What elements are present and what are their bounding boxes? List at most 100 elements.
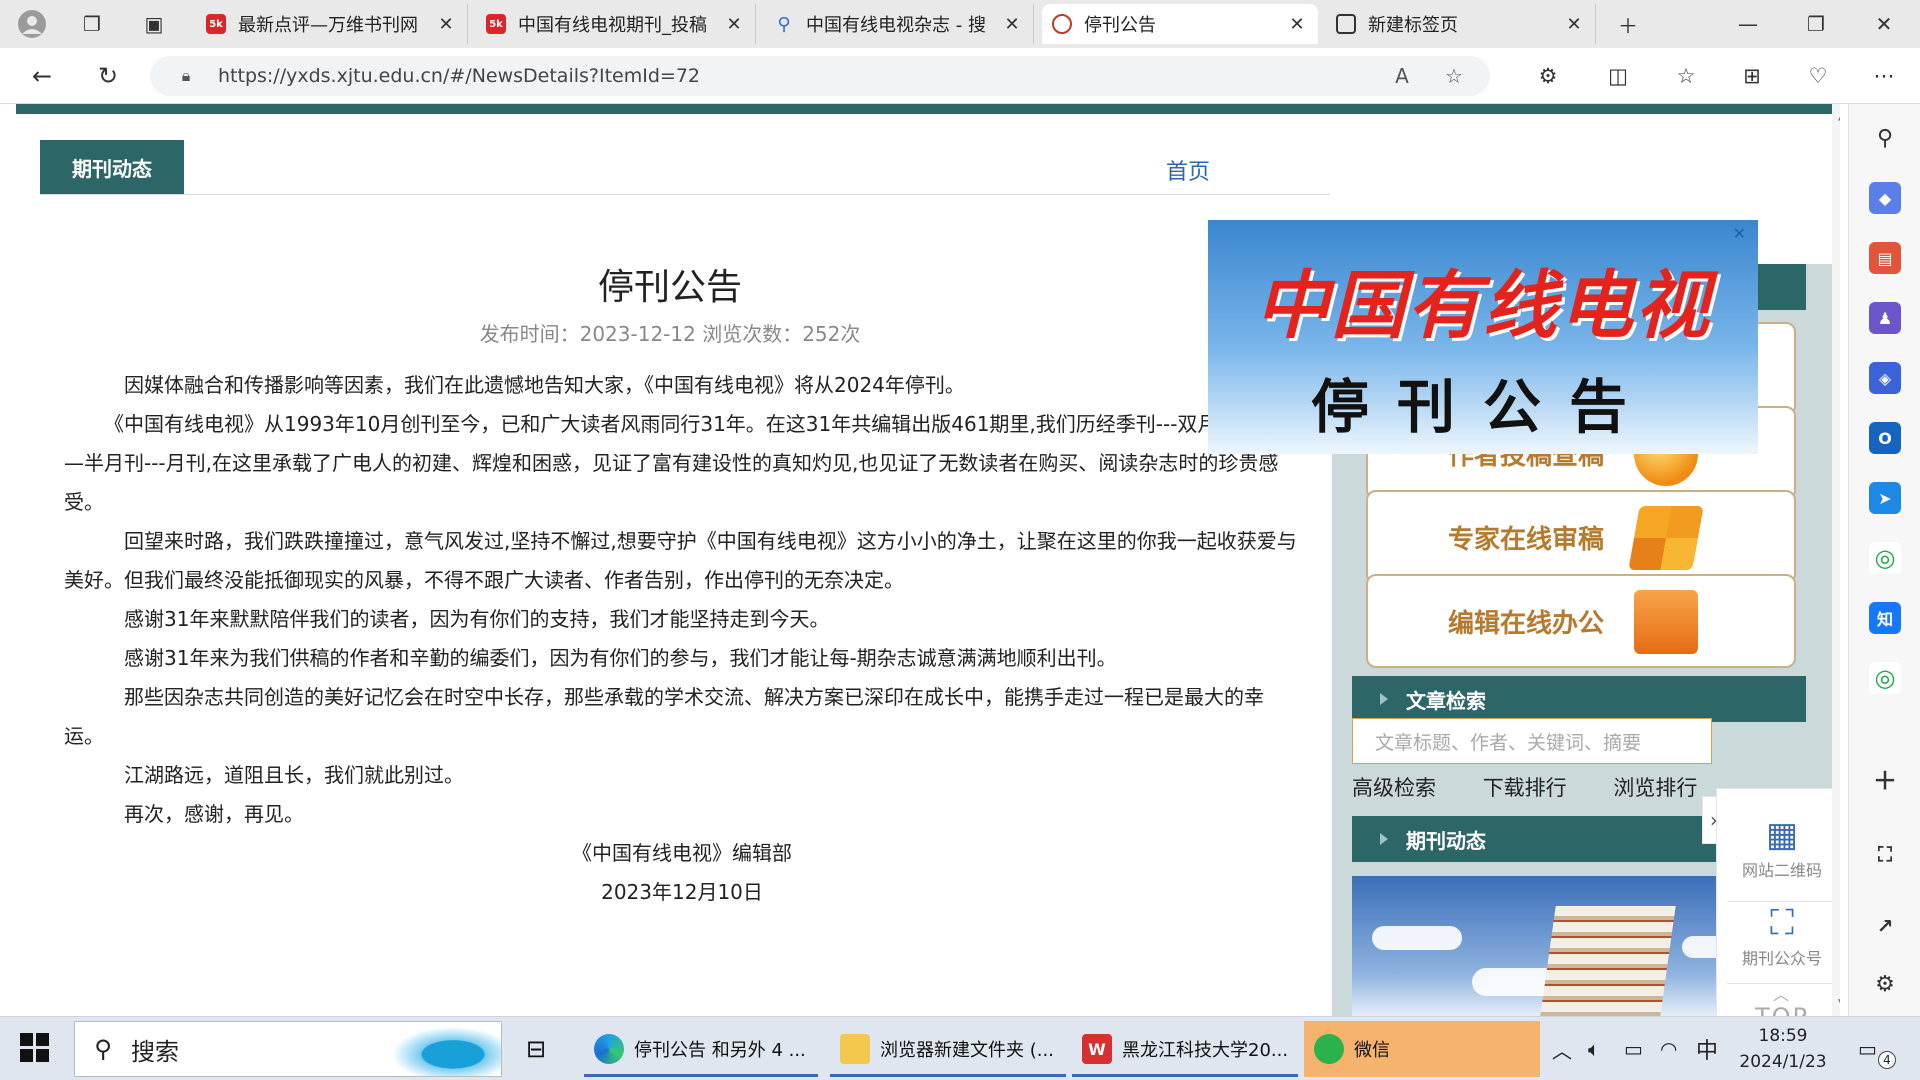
workspaces-icon[interactable]: ❐ [74, 6, 110, 42]
tab-title: 中国有线电视期刊_投稿 [518, 15, 707, 36]
windows-start-icon[interactable] [20, 1033, 50, 1063]
scroll-down-icon[interactable]: ▼ [1838, 996, 1840, 1010]
wifi-icon[interactable]: ◠ [1660, 1017, 1677, 1080]
taskbar-search-text: 搜索 [131, 1037, 179, 1066]
clock-date: 2024/1/23 [1739, 1052, 1827, 1072]
copilot-icon[interactable]: ◈ [1869, 362, 1901, 394]
add-icon[interactable]: ＋ [1869, 762, 1901, 795]
article-search-input[interactable]: 文章标题、作者、关键词、摘要 [1352, 718, 1712, 764]
more-menu-icon[interactable]: ⋯ [1868, 60, 1900, 92]
windows-logo-icon [1628, 506, 1704, 570]
close-icon[interactable]: ✕ [723, 14, 745, 35]
search-icon[interactable]: ⚲ [1869, 122, 1901, 154]
card-label: 专家在线审稿 [1448, 524, 1605, 555]
split-screen-icon[interactable]: ◫ [1602, 60, 1634, 92]
notice-popup-banner[interactable]: 中国有线电视 停刊公告 ✕ [1208, 220, 1758, 454]
wechat-icon [1314, 1034, 1344, 1064]
restore-icon[interactable]: ❐ [1782, 0, 1850, 48]
close-icon[interactable]: ✕ [1563, 14, 1585, 35]
volume-icon[interactable]: 🔈︎ [1588, 1017, 1600, 1080]
read-aloud-icon[interactable]: A [1388, 62, 1416, 90]
tray-chevron-icon[interactable]: ︿ [1552, 1017, 1572, 1080]
tab-notice-active[interactable]: 停刊公告 ✕ [1042, 4, 1318, 44]
extensions-icon[interactable]: ⚙ [1532, 60, 1564, 92]
zhihu-icon[interactable]: 知 [1869, 602, 1901, 634]
web-page: 期刊动态 首页 停刊公告 发布时间：2023-12-12 浏览次数：252次 因… [16, 104, 1840, 1016]
favorites-icon[interactable]: ☆ [1670, 60, 1702, 92]
taskbar-app-wps[interactable]: W 黑龙江科技大学20... [1072, 1021, 1298, 1077]
tab-search[interactable]: ⚲ 中国有线电视杂志 - 搜 ✕ [764, 4, 1034, 44]
expert-review-button[interactable]: 专家在线审稿 [1366, 490, 1796, 584]
tab-title: 停刊公告 [1084, 15, 1156, 36]
search-icon: ⚲ [94, 1035, 112, 1063]
new-tab-favicon-icon [1336, 14, 1356, 34]
task-view-icon[interactable]: ⊟ [516, 1021, 568, 1077]
url-text[interactable]: https://yxds.xjtu.edu.cn/#/NewsDetails?I… [218, 65, 700, 87]
download-ranking-link[interactable]: 下载排行 [1483, 772, 1567, 802]
tab-actions-icon[interactable]: ▣ [136, 6, 172, 42]
shopping-tag-icon[interactable]: ◆ [1869, 182, 1901, 214]
profile-icon[interactable] [14, 6, 50, 42]
taskbar-app-edge[interactable]: 停刊公告 和另外 4 ... [584, 1021, 818, 1077]
ime-indicator[interactable]: 中 [1696, 1017, 1718, 1080]
tab-title: 最新点评—万维书刊网 [238, 15, 418, 36]
scroll-up-icon[interactable]: ▲ [1838, 108, 1840, 122]
qr-code-button[interactable]: ▦ 网站二维码 [1717, 813, 1840, 881]
editor-office-button[interactable]: 编辑在线办公 [1366, 574, 1796, 668]
close-icon[interactable]: ✕ [1001, 14, 1023, 35]
wechat-account-button[interactable]: ⛶ 期刊公众号 [1717, 901, 1840, 969]
taskbar-clock[interactable]: 18:59 2024/1/23 [1728, 1023, 1838, 1075]
tools-icon[interactable]: ▤ [1869, 242, 1901, 274]
battery-icon[interactable]: ▭ [1624, 1017, 1643, 1080]
column-tab[interactable]: 期刊动态 [40, 140, 184, 194]
favorite-star-icon[interactable]: ☆ [1440, 62, 1468, 90]
refresh-icon[interactable]: ↻ [90, 58, 126, 94]
notification-icon: ▭ [1858, 1037, 1877, 1061]
address-bar: ← ↻ 🔒︎ https://yxds.xjtu.edu.cn/#/NewsDe… [0, 48, 1920, 104]
outlook-icon[interactable]: O [1869, 422, 1901, 454]
wanwei-favicon-icon: 5k [206, 14, 226, 34]
taskbar-search-box[interactable]: ⚲ 搜索 [74, 1021, 502, 1077]
url-field[interactable]: 🔒︎ https://yxds.xjtu.edu.cn/#/NewsDetail… [150, 56, 1490, 96]
games-icon[interactable]: ♟ [1869, 302, 1901, 334]
tab-wanwei[interactable]: 5k 最新点评—万维书刊网 ✕ [196, 4, 468, 44]
settings-gear-icon[interactable]: ⚙ [1869, 968, 1901, 1000]
app-green-icon[interactable]: ◎ [1869, 662, 1901, 694]
clock-time: 18:59 [1758, 1026, 1808, 1046]
float-widget: ▦ 网站二维码 ⛶ 期刊公众号 ︿ TOP [1716, 788, 1840, 1016]
open-external-icon[interactable]: ↗ [1869, 910, 1901, 942]
popup-close-icon[interactable]: ✕ [1733, 224, 1746, 243]
advanced-search-link[interactable]: 高级检索 [1352, 772, 1436, 802]
send-icon[interactable]: ➤ [1869, 482, 1901, 514]
view-ranking-link[interactable]: 浏览排行 [1613, 772, 1697, 802]
collections-icon[interactable]: ⊞ [1736, 60, 1768, 92]
tab-bar: ❐ ▣ 5k 最新点评—万维书刊网 ✕ 5k 中国有线电视期刊_投稿 ✕ ⚲ 中… [0, 0, 1920, 48]
page-scrollbar[interactable]: ▲ ▼ [1832, 104, 1840, 1016]
back-arrow-icon[interactable]: ← [24, 58, 60, 94]
edge-sidebar: ⚲ ◆ ▤ ♟ ◈ O ➤ ◎ 知 ◎ ＋ ⛶ ↗ ⚙ [1848, 104, 1920, 1016]
close-icon[interactable]: ✕ [1286, 14, 1308, 35]
task-app-label: 停刊公告 和另外 4 ... [634, 1040, 806, 1061]
article-date: 2023年12月10日 [601, 880, 763, 904]
xjtu-favicon-icon [1052, 14, 1072, 34]
tab-new[interactable]: 新建标签页 ✕ [1326, 4, 1596, 44]
article-paragraph: 《中国有线电视》从1993年10月创刊至今，已和广大读者风雨同行31年。在这31… [64, 412, 1300, 514]
window-close-icon[interactable]: ✕ [1850, 0, 1918, 48]
notification-center-button[interactable]: ▭ 4 [1858, 1017, 1896, 1080]
article-body: 因媒体融合和传播影响等因素，我们在此遗憾地告知大家，《中国有线电视》将从2024… [64, 366, 1300, 912]
notification-badge: 4 [1878, 1051, 1896, 1069]
app-green-icon[interactable]: ◎ [1869, 542, 1901, 574]
close-icon[interactable]: ✕ [435, 14, 457, 35]
back-to-top-button[interactable]: ︿ TOP [1717, 987, 1840, 1017]
screenshot-icon[interactable]: ⛶ [1869, 838, 1901, 870]
taskbar-app-explorer[interactable]: 浏览器新建文件夹 (... [830, 1021, 1066, 1077]
tab-journal-submit[interactable]: 5k 中国有线电视期刊_投稿 ✕ [476, 4, 756, 44]
breadcrumb-home-link[interactable]: 首页 [1166, 154, 1210, 186]
browser-essentials-icon[interactable]: ♡ [1802, 60, 1834, 92]
task-app-label: 黑龙江科技大学20... [1122, 1040, 1289, 1061]
wanwei-favicon-icon: 5k [486, 14, 506, 34]
minimize-icon[interactable]: — [1714, 0, 1782, 48]
new-tab-plus-icon[interactable]: ＋ [1610, 6, 1646, 42]
taskbar-app-wechat[interactable]: 微信 [1304, 1021, 1540, 1077]
article-paragraph: 因媒体融合和传播影响等因素，我们在此遗憾地告知大家，《中国有线电视》将从2024… [124, 373, 965, 397]
